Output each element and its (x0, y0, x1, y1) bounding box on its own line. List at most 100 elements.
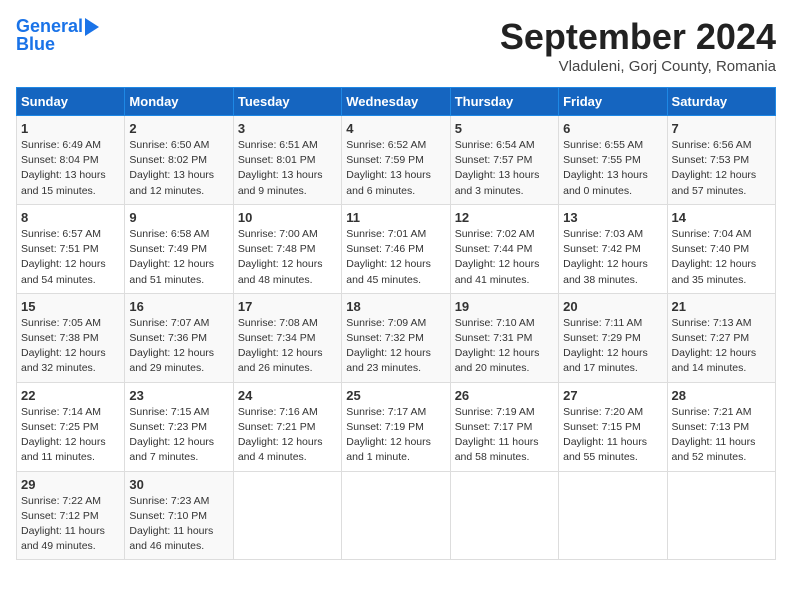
day-number: 12 (455, 210, 554, 225)
day-number: 17 (238, 299, 337, 314)
calendar-cell-13: 13 Sunrise: 7:03 AMSunset: 7:42 PMDayligh… (559, 204, 667, 293)
day-number: 19 (455, 299, 554, 314)
calendar-cell-25: 25Sunrise: 7:17 AMSunset: 7:19 PMDayligh… (342, 382, 450, 471)
calendar-cell-6: 6 Sunrise: 6:55 AMSunset: 7:55 PMDaylight… (559, 116, 667, 205)
day-info: Sunrise: 6:57 AMSunset: 7:51 PMDaylight:… (21, 227, 120, 288)
col-header-saturday: Saturday (667, 88, 775, 116)
calendar-cell-16: 16Sunrise: 7:07 AMSunset: 7:36 PMDayligh… (125, 293, 233, 382)
day-info: Sunrise: 6:51 AMSunset: 8:01 PMDaylight:… (238, 138, 337, 199)
day-info: Sunrise: 7:13 AMSunset: 7:27 PMDaylight:… (672, 316, 771, 377)
day-info: Sunrise: 7:07 AMSunset: 7:36 PMDaylight:… (129, 316, 228, 377)
calendar-cell-14: 14 Sunrise: 7:04 AMSunset: 7:40 PMDayligh… (667, 204, 775, 293)
day-number: 9 (129, 210, 228, 225)
day-info: Sunrise: 7:00 AMSunset: 7:48 PMDaylight:… (238, 227, 337, 288)
calendar-cell-7: 7 Sunrise: 6:56 AMSunset: 7:53 PMDaylight… (667, 116, 775, 205)
calendar-cell-20: 20Sunrise: 7:11 AMSunset: 7:29 PMDayligh… (559, 293, 667, 382)
day-number: 6 (563, 121, 662, 136)
day-number: 27 (563, 388, 662, 403)
col-header-thursday: Thursday (450, 88, 558, 116)
day-number: 22 (21, 388, 120, 403)
calendar-cell-5: 5Sunrise: 6:54 AMSunset: 7:57 PMDaylight… (450, 116, 558, 205)
month-title: September 2024 (500, 16, 776, 58)
day-info: Sunrise: 7:09 AMSunset: 7:32 PMDaylight:… (346, 316, 445, 377)
calendar-cell-4: 4 Sunrise: 6:52 AMSunset: 7:59 PMDaylight… (342, 116, 450, 205)
day-number: 24 (238, 388, 337, 403)
day-number: 29 (21, 477, 120, 492)
day-number: 2 (129, 121, 228, 136)
day-info: Sunrise: 6:50 AMSunset: 8:02 PMDaylight:… (129, 138, 228, 199)
calendar-cell-18: 18 Sunrise: 7:09 AMSunset: 7:32 PMDayligh… (342, 293, 450, 382)
empty-cell (450, 471, 558, 560)
day-info: Sunrise: 7:21 AMSunset: 7:13 PMDaylight:… (672, 405, 771, 466)
calendar-table: SundayMondayTuesdayWednesdayThursdayFrid… (16, 87, 776, 560)
day-info: Sunrise: 7:01 AMSunset: 7:46 PMDaylight:… (346, 227, 445, 288)
logo-text-blue: Blue (16, 34, 55, 56)
day-info: Sunrise: 7:14 AMSunset: 7:25 PMDaylight:… (21, 405, 120, 466)
calendar-cell-11: 11 Sunrise: 7:01 AMSunset: 7:46 PMDayligh… (342, 204, 450, 293)
calendar-cell-8: 8 Sunrise: 6:57 AMSunset: 7:51 PMDaylight… (17, 204, 125, 293)
day-number: 21 (672, 299, 771, 314)
day-info: Sunrise: 6:49 AMSunset: 8:04 PMDaylight:… (21, 138, 120, 199)
calendar-cell-21: 21 Sunrise: 7:13 AMSunset: 7:27 PMDayligh… (667, 293, 775, 382)
logo: General Blue (16, 16, 99, 55)
day-info: Sunrise: 6:56 AMSunset: 7:53 PMDaylight:… (672, 138, 771, 199)
calendar-cell-27: 27 Sunrise: 7:20 AMSunset: 7:15 PMDayligh… (559, 382, 667, 471)
day-number: 30 (129, 477, 228, 492)
calendar-cell-23: 23 Sunrise: 7:15 AMSunset: 7:23 PMDayligh… (125, 382, 233, 471)
calendar-cell-19: 19 Sunrise: 7:10 AMSunset: 7:31 PMDayligh… (450, 293, 558, 382)
day-info: Sunrise: 6:55 AMSunset: 7:55 PMDaylight:… (563, 138, 662, 199)
day-info: Sunrise: 7:02 AMSunset: 7:44 PMDaylight:… (455, 227, 554, 288)
empty-cell (667, 471, 775, 560)
empty-cell (342, 471, 450, 560)
day-number: 25 (346, 388, 445, 403)
day-info: Sunrise: 7:15 AMSunset: 7:23 PMDaylight:… (129, 405, 228, 466)
empty-cell (233, 471, 341, 560)
day-number: 20 (563, 299, 662, 314)
day-info: Sunrise: 6:58 AMSunset: 7:49 PMDaylight:… (129, 227, 228, 288)
day-number: 5 (455, 121, 554, 136)
col-header-monday: Monday (125, 88, 233, 116)
day-info: Sunrise: 7:03 AMSunset: 7:42 PMDaylight:… (563, 227, 662, 288)
calendar-cell-29: 29 Sunrise: 7:22 AMSunset: 7:12 PMDayligh… (17, 471, 125, 560)
day-number: 14 (672, 210, 771, 225)
day-number: 10 (238, 210, 337, 225)
calendar-cell-24: 24 Sunrise: 7:16 AMSunset: 7:21 PMDayligh… (233, 382, 341, 471)
calendar-cell-9: 9 Sunrise: 6:58 AMSunset: 7:49 PMDaylight… (125, 204, 233, 293)
day-number: 26 (455, 388, 554, 403)
location-subtitle: Vladuleni, Gorj County, Romania (500, 58, 776, 75)
logo-arrow-icon (85, 18, 99, 36)
day-info: Sunrise: 7:04 AMSunset: 7:40 PMDaylight:… (672, 227, 771, 288)
day-number: 13 (563, 210, 662, 225)
day-number: 8 (21, 210, 120, 225)
col-header-friday: Friday (559, 88, 667, 116)
calendar-cell-3: 3 Sunrise: 6:51 AMSunset: 8:01 PMDaylight… (233, 116, 341, 205)
calendar-cell-22: 22 Sunrise: 7:14 AMSunset: 7:25 PMDayligh… (17, 382, 125, 471)
day-number: 18 (346, 299, 445, 314)
empty-cell (559, 471, 667, 560)
day-number: 15 (21, 299, 120, 314)
day-number: 23 (129, 388, 228, 403)
calendar-cell-15: 15 Sunrise: 7:05 AMSunset: 7:38 PMDayligh… (17, 293, 125, 382)
day-number: 3 (238, 121, 337, 136)
day-info: Sunrise: 7:08 AMSunset: 7:34 PMDaylight:… (238, 316, 337, 377)
col-header-wednesday: Wednesday (342, 88, 450, 116)
day-info: Sunrise: 7:23 AMSunset: 7:10 PMDaylight:… (129, 494, 228, 555)
day-info: Sunrise: 6:52 AMSunset: 7:59 PMDaylight:… (346, 138, 445, 199)
day-number: 1 (21, 121, 120, 136)
page-header: General Blue September 2024 Vladuleni, G… (16, 16, 776, 75)
calendar-cell-26: 26 Sunrise: 7:19 AMSunset: 7:17 PMDayligh… (450, 382, 558, 471)
day-info: Sunrise: 7:22 AMSunset: 7:12 PMDaylight:… (21, 494, 120, 555)
col-header-sunday: Sunday (17, 88, 125, 116)
calendar-cell-2: 2 Sunrise: 6:50 AMSunset: 8:02 PMDaylight… (125, 116, 233, 205)
day-number: 4 (346, 121, 445, 136)
calendar-cell-28: 28Sunrise: 7:21 AMSunset: 7:13 PMDayligh… (667, 382, 775, 471)
day-number: 11 (346, 210, 445, 225)
day-info: Sunrise: 7:19 AMSunset: 7:17 PMDaylight:… (455, 405, 554, 466)
day-info: Sunrise: 7:10 AMSunset: 7:31 PMDaylight:… (455, 316, 554, 377)
day-number: 7 (672, 121, 771, 136)
calendar-cell-10: 10 Sunrise: 7:00 AMSunset: 7:48 PMDayligh… (233, 204, 341, 293)
day-info: Sunrise: 7:20 AMSunset: 7:15 PMDaylight:… (563, 405, 662, 466)
day-info: Sunrise: 7:05 AMSunset: 7:38 PMDaylight:… (21, 316, 120, 377)
calendar-cell-12: 12 Sunrise: 7:02 AMSunset: 7:44 PMDayligh… (450, 204, 558, 293)
day-info: Sunrise: 7:16 AMSunset: 7:21 PMDaylight:… (238, 405, 337, 466)
